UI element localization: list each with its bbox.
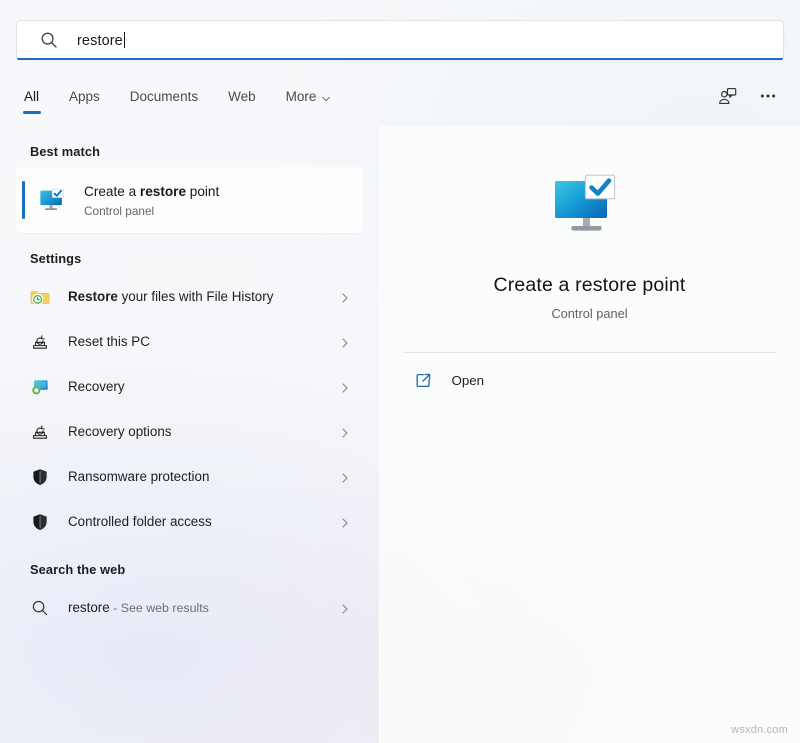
best-match-subtitle: Control panel — [84, 204, 219, 218]
tab-apps[interactable]: Apps — [69, 87, 100, 114]
best-match-text: Create a restore point Control panel — [84, 183, 219, 218]
list-item-ransomware-protection[interactable]: Ransomware protection — [16, 454, 363, 499]
search-bar-container: restore — [16, 20, 784, 60]
best-match-heading: Best match — [16, 126, 363, 167]
recovery-options-icon — [30, 422, 50, 442]
list-item-label: Recovery options — [68, 424, 339, 439]
list-item-label: Ransomware protection — [68, 469, 339, 484]
text-caret — [124, 32, 125, 48]
search-input[interactable]: restore — [16, 20, 784, 60]
windows-search-panel: restore All Apps Documents Web More — [0, 0, 800, 743]
tab-web[interactable]: Web — [228, 87, 256, 114]
tab-documents[interactable]: Documents — [130, 87, 198, 114]
preview-divider — [403, 352, 777, 353]
settings-heading: Settings — [16, 233, 363, 274]
restore-point-monitor-icon — [38, 185, 68, 215]
chevron-right-icon — [339, 291, 351, 303]
preview-content: Create a restore point Control panel Ope… — [379, 126, 800, 399]
chevron-right-icon — [339, 516, 351, 528]
list-item-label: restore - See web results — [68, 600, 339, 615]
search-query-text: restore — [77, 32, 125, 49]
shield-icon — [30, 512, 50, 532]
more-options-icon[interactable] — [758, 86, 778, 106]
preview-panel: Create a restore point Control panel Ope… — [379, 126, 800, 743]
reset-pc-icon — [30, 332, 50, 352]
preview-title: Create a restore point — [494, 274, 686, 297]
preview-subtitle: Control panel — [551, 306, 627, 321]
chevron-right-icon — [339, 381, 351, 393]
header-actions — [717, 84, 778, 108]
chevron-right-icon — [339, 336, 351, 348]
best-match-title: Create a restore point — [84, 183, 219, 201]
filter-tabs: All Apps Documents Web More — [24, 84, 331, 116]
open-button[interactable]: Open — [403, 361, 777, 399]
open-label: Open — [452, 373, 485, 388]
restore-point-monitor-icon — [552, 172, 628, 244]
tab-more[interactable]: More — [286, 87, 332, 114]
chevron-right-icon — [339, 471, 351, 483]
chevron-right-icon — [339, 426, 351, 438]
search-the-web-heading: Search the web — [16, 544, 363, 585]
list-item-recovery[interactable]: Recovery — [16, 364, 363, 409]
search-icon — [39, 30, 59, 50]
file-history-folder-icon — [30, 287, 50, 307]
list-item-label: Reset this PC — [68, 334, 339, 349]
list-item-controlled-folder-access[interactable]: Controlled folder access — [16, 499, 363, 544]
watermark: wsxdn.com — [731, 724, 788, 736]
list-item-reset-this-pc[interactable]: Reset this PC — [16, 319, 363, 364]
list-item-recovery-options[interactable]: Recovery options — [16, 409, 363, 454]
search-icon — [30, 598, 50, 618]
best-match-result[interactable]: Create a restore point Control panel — [16, 167, 363, 233]
list-item-web-search[interactable]: restore - See web results — [16, 585, 363, 630]
results-column: Best match — [0, 126, 379, 743]
list-item-label: Controlled folder access — [68, 514, 339, 529]
list-item-restore-file-history[interactable]: Restore your files with File History — [16, 274, 363, 319]
shield-icon — [30, 467, 50, 487]
chevron-down-icon — [321, 92, 331, 102]
list-item-label: Recovery — [68, 379, 339, 394]
tab-all[interactable]: All — [24, 87, 39, 114]
list-item-label: Restore your files with File History — [68, 289, 339, 304]
external-link-icon — [415, 372, 432, 389]
feedback-icon[interactable] — [717, 86, 738, 107]
recovery-monitor-icon — [30, 377, 50, 397]
chevron-right-icon — [339, 602, 351, 614]
